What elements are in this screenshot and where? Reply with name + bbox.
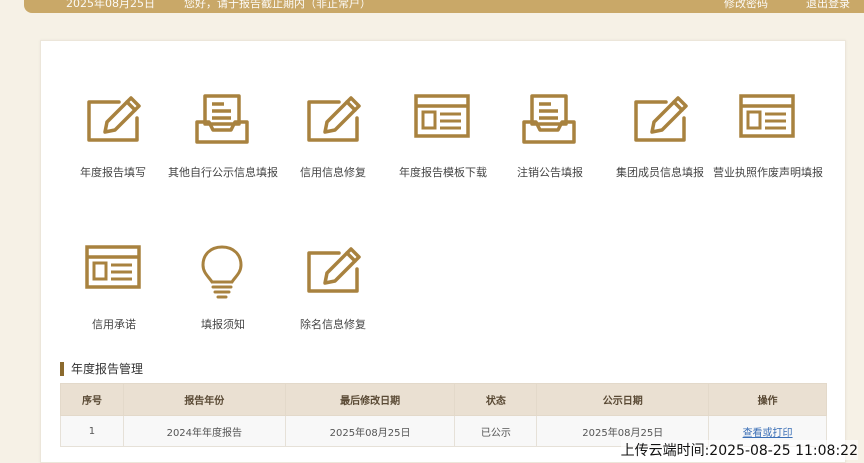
browser-window-icon [85,245,141,289]
edit-icon [87,96,141,142]
tray-icon [195,94,249,144]
header-year: 报告年份 [122,383,286,416]
top-bar: 2025年08月25日 您好，请于报告截止期内（非正常户） 修改密码 退出登录 [24,0,864,13]
tray-icon [522,94,576,144]
header-date: 2025年08月25日 [66,0,155,10]
browser-window-icon [739,94,795,138]
logout-link[interactable]: 退出登录 [806,0,850,11]
header-modified: 最后修改日期 [284,383,456,416]
edit-icon [307,96,361,142]
header-status: 状态 [454,383,538,416]
cell-status: 已公示 [454,415,538,447]
view-or-print-link[interactable]: 查看或打印 [743,428,793,439]
tile-license-void[interactable]: 营业执照作废声明填报 [708,92,828,192]
upload-timestamp: 上传云端时间:2025-08-25 11:08:22 [620,440,858,460]
annual-report-table: 序号 报告年份 最后修改日期 状态 公示日期 操作 1 2024年年度报告 20… [60,383,827,447]
cell-index: 1 [60,415,124,447]
header-action: 操作 [708,383,827,416]
header-notice: 您好，请于报告截止期内（非正常户） [184,0,371,10]
browser-window-icon [414,94,470,138]
edit-icon [634,96,688,142]
lightbulb-icon [201,245,243,299]
change-password-link[interactable]: 修改密码 [724,0,768,11]
edit-icon [307,247,361,293]
header-index: 序号 [60,383,124,416]
tile-label: 除名信息修复 [300,318,366,331]
section-title: 年度报告管理 [60,362,143,376]
cell-year: 2024年年度报告 [122,415,286,447]
header-published: 公示日期 [536,383,710,416]
tile-label: 营业执照作废声明填报 [713,166,823,179]
tile-removal-repair[interactable]: 除名信息修复 [273,243,393,343]
table-header-row: 序号 报告年份 最后修改日期 状态 公示日期 操作 [60,383,827,416]
cell-modified: 2025年08月25日 [284,415,456,447]
